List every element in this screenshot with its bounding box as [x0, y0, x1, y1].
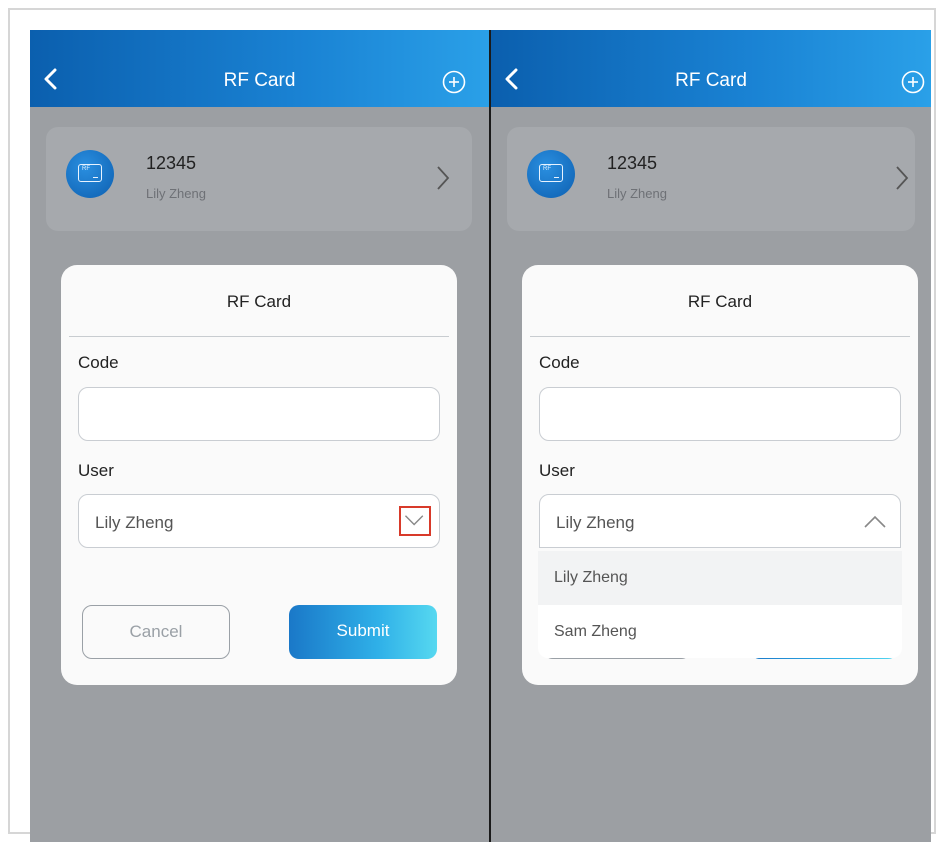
divider	[69, 336, 449, 337]
dialog-title: RF Card	[687, 292, 753, 311]
user-label: User	[78, 461, 114, 480]
comparison-frame: RF Card RF 12345 Lily Zheng RF Card Code	[8, 8, 936, 842]
dropdown-option[interactable]: Lily Zheng	[538, 551, 902, 605]
card-user: Lily Zheng	[607, 186, 667, 201]
user-select[interactable]: Lily Zheng	[78, 494, 440, 548]
user-select-value: Lily Zheng	[95, 513, 174, 532]
rf-card-list-item[interactable]: RF 12345 Lily Zheng	[507, 127, 915, 231]
code-input[interactable]	[539, 387, 901, 441]
chevron-right-icon	[437, 166, 450, 190]
rf-card-list-item[interactable]: RF 12345 Lily Zheng	[46, 127, 472, 231]
chevron-up-icon[interactable]	[860, 506, 892, 536]
code-input[interactable]	[78, 387, 440, 441]
page-title: RF Card	[675, 70, 747, 91]
app-header: RF Card	[30, 30, 489, 107]
user-select[interactable]: Lily Zheng	[539, 494, 901, 548]
rf-card-icon: RF	[527, 150, 575, 198]
rf-card-dialog: RF Card Code User Lily Zheng Lily Zheng	[522, 265, 918, 685]
user-select-value: Lily Zheng	[556, 513, 635, 532]
user-dropdown-menu: Lily Zheng Sam Zheng	[538, 551, 902, 658]
rf-card-icon: RF	[66, 150, 114, 198]
chevron-right-icon	[896, 166, 909, 190]
cancel-button[interactable]: Cancel	[82, 605, 230, 659]
card-user: Lily Zheng	[146, 186, 206, 201]
code-label: Code	[539, 353, 580, 372]
phone-screen-left: RF Card RF 12345 Lily Zheng RF Card Code	[30, 30, 489, 842]
chevron-down-icon[interactable]	[399, 506, 431, 536]
divider	[530, 336, 910, 337]
code-label: Code	[78, 353, 119, 372]
dropdown-option[interactable]: Sam Zheng	[538, 605, 902, 658]
card-code: 12345	[607, 153, 658, 173]
phone-screen-right: RF Card RF 12345 Lily Zheng RF Card Code	[491, 30, 931, 842]
submit-button[interactable]: Submit	[289, 605, 437, 659]
page-title: RF Card	[223, 70, 296, 91]
plus-circle-icon[interactable]	[441, 69, 467, 95]
rf-card-dialog: RF Card Code User Lily Zheng Cancel Subm…	[61, 265, 457, 685]
card-code: 12345	[146, 153, 197, 173]
user-label: User	[539, 461, 575, 480]
plus-circle-icon[interactable]	[900, 69, 926, 95]
app-header: RF Card	[491, 30, 931, 107]
dialog-title: RF Card	[226, 292, 292, 311]
